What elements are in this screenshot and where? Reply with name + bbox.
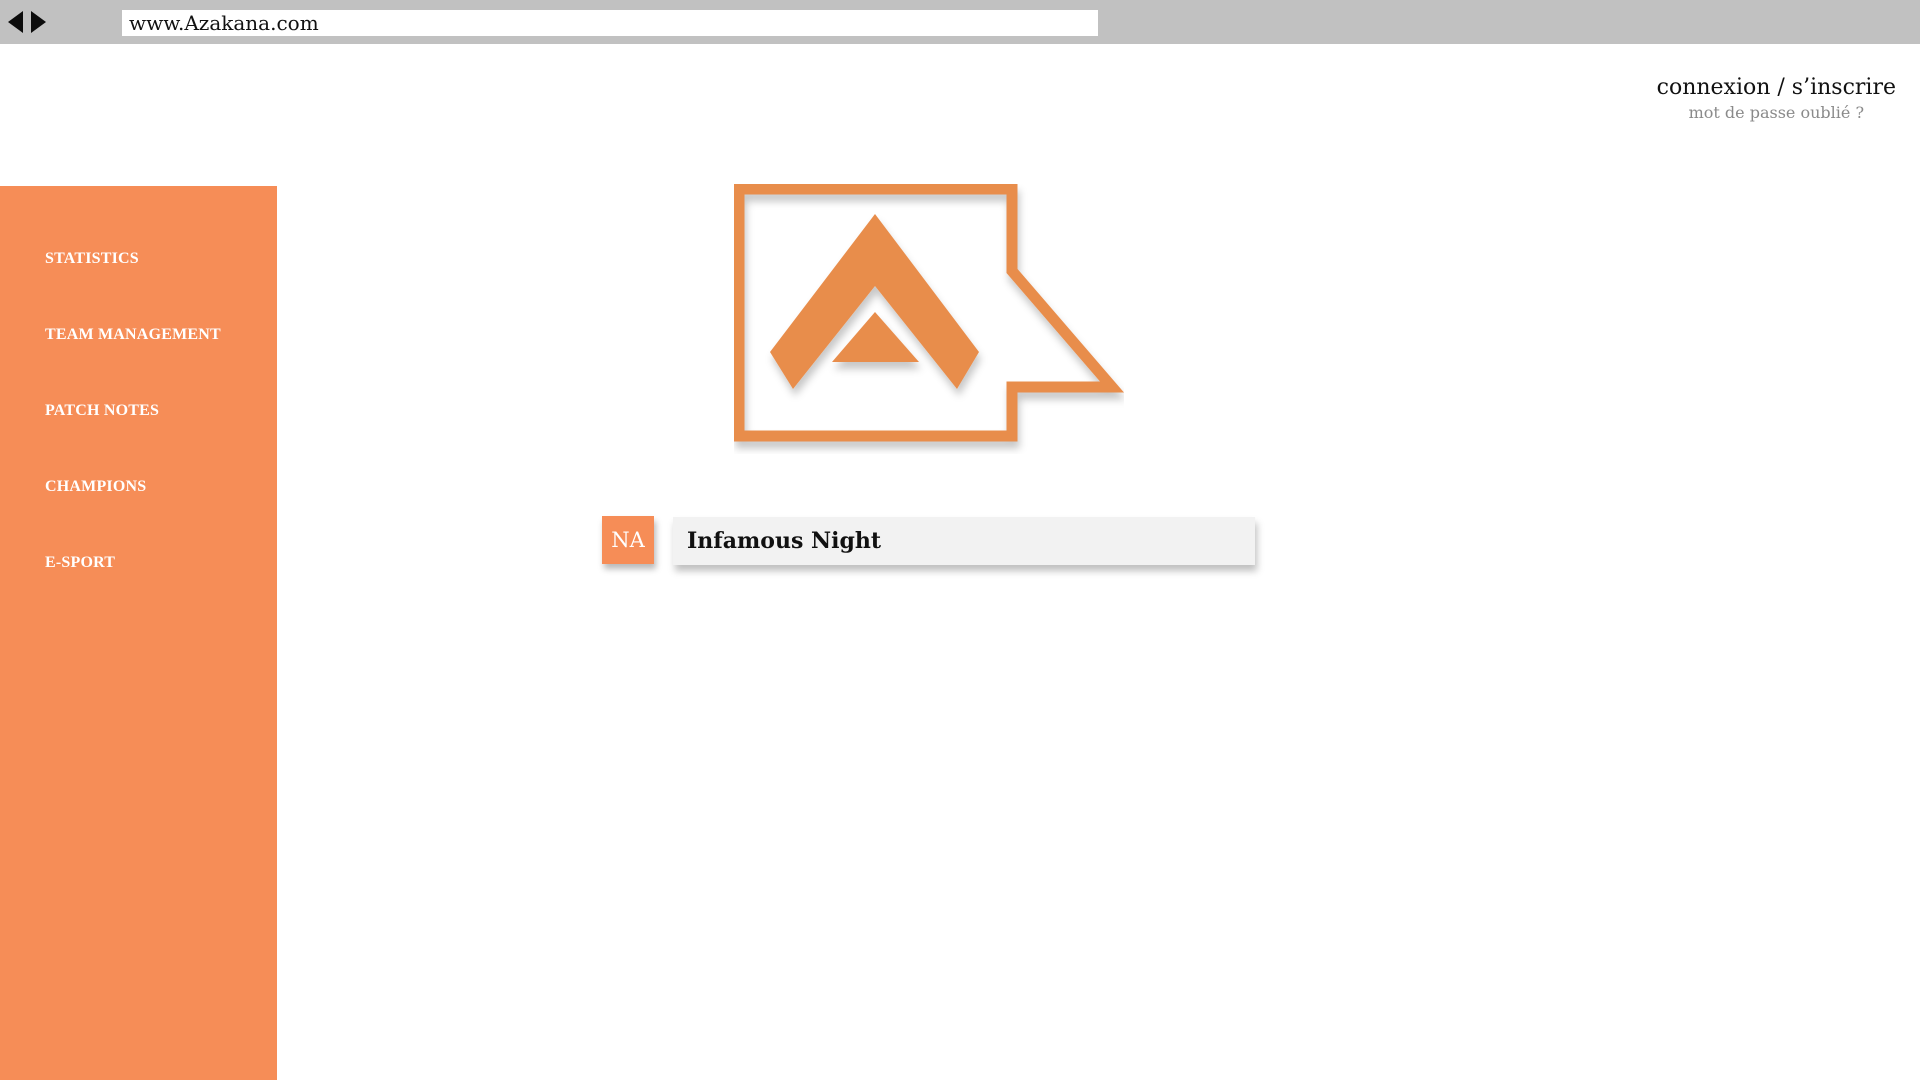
browser-toolbar: www.Azakana.com — [0, 0, 1920, 44]
sidebar-item-patch-notes[interactable]: PATCH NOTES — [45, 402, 159, 420]
region-selector[interactable]: NA — [602, 516, 654, 564]
summoner-search-input[interactable]: Infamous Night — [673, 517, 1255, 565]
login-signup-link[interactable]: connexion / s’inscrire — [1657, 74, 1896, 102]
back-arrow-icon[interactable] — [8, 11, 23, 33]
sidebar: STATISTICS TEAM MANAGEMENT PATCH NOTES C… — [0, 186, 277, 1080]
address-bar[interactable]: www.Azakana.com — [122, 10, 1098, 36]
account-links: connexion / s’inscrire mot de passe oubl… — [1657, 74, 1896, 124]
sidebar-item-champions[interactable]: CHAMPIONS — [45, 478, 146, 496]
sidebar-item-esport[interactable]: E-SPORT — [45, 554, 115, 572]
sidebar-item-statistics[interactable]: STATISTICS — [45, 250, 139, 268]
azakana-logo-icon — [734, 184, 1124, 442]
forward-arrow-icon[interactable] — [31, 11, 46, 33]
forgot-password-link[interactable]: mot de passe oublié ? — [1657, 102, 1896, 124]
sidebar-item-team-management[interactable]: TEAM MANAGEMENT — [45, 326, 221, 344]
logo-chevron — [770, 214, 979, 389]
